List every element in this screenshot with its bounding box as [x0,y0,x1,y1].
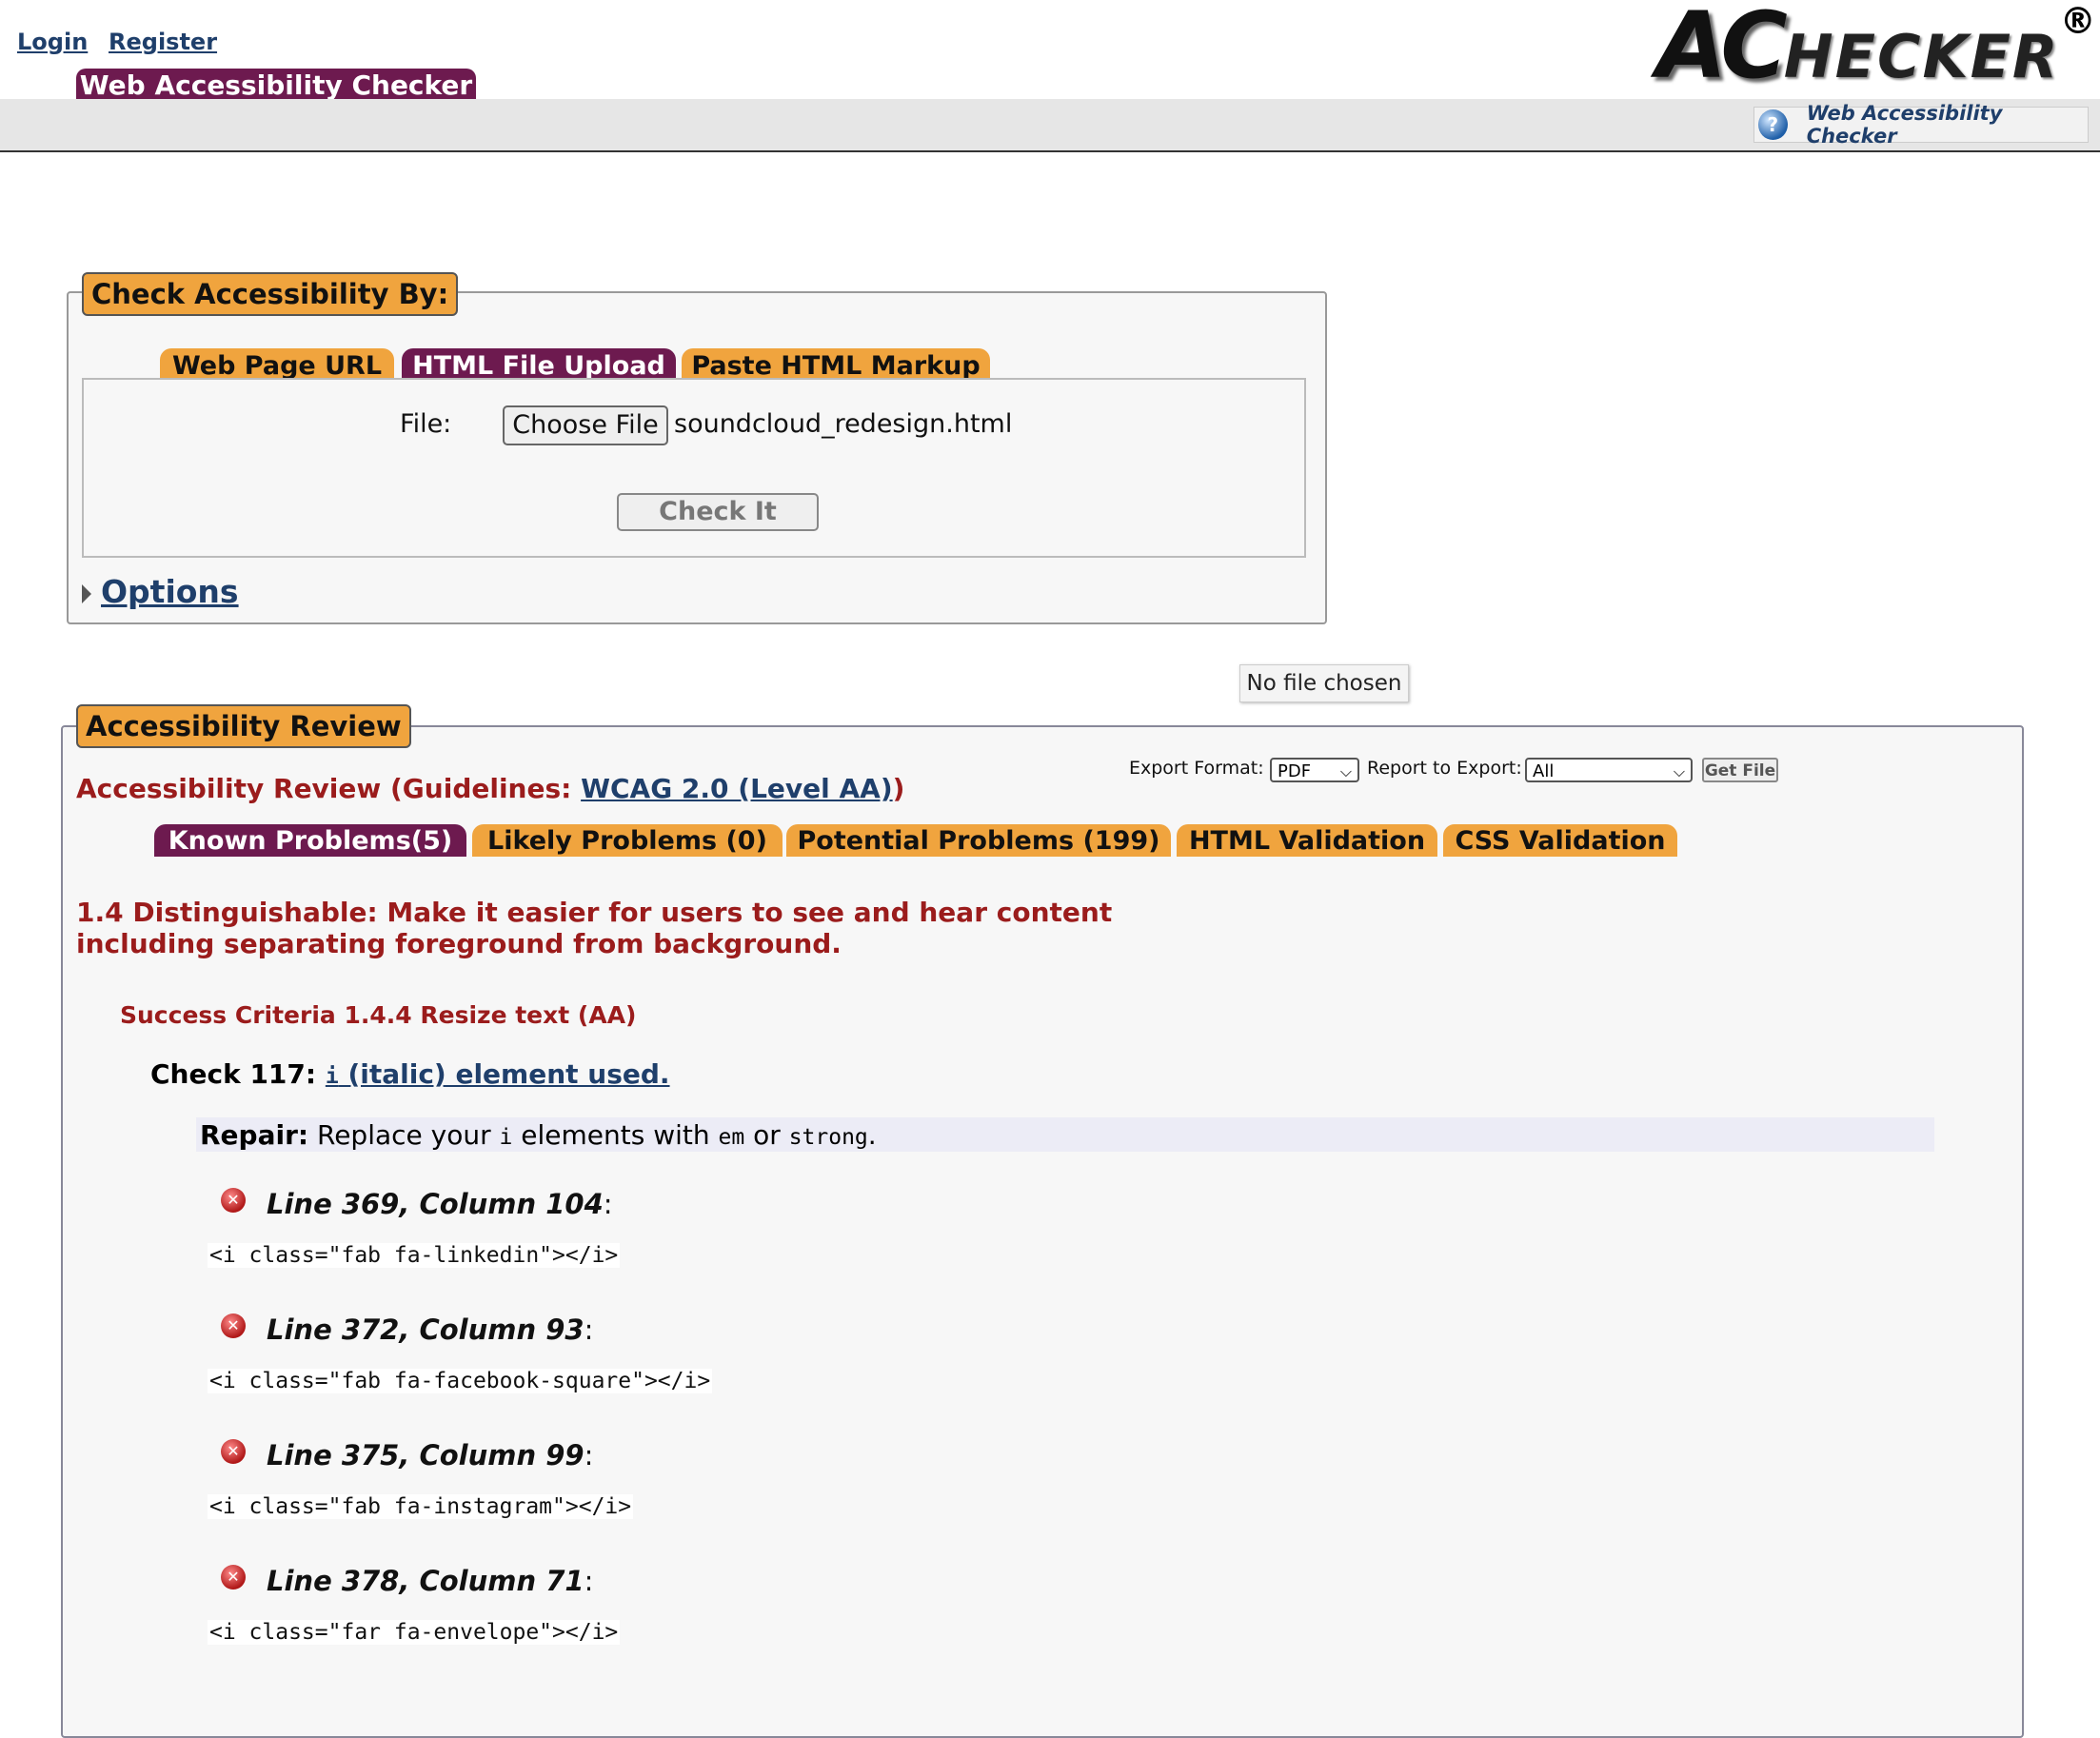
error-icon: ✕ [221,1313,246,1338]
guideline-link[interactable]: WCAG 2.0 (Level AA) [581,773,893,804]
register-link[interactable]: Register [109,29,217,55]
accessibility-review-legend: Accessibility Review [76,704,411,748]
options-link[interactable]: Options [101,573,239,610]
site-tab[interactable]: Web Accessibility Checker [76,69,476,101]
export-format-label: Export Format: [1129,758,1264,779]
problem-code: <i class="fab fa-linkedin"></i> [208,1243,621,1268]
tab-likely-problems[interactable]: Likely Problems (0) [472,824,783,857]
tab-potential-problems[interactable]: Potential Problems (199) [786,824,1171,857]
report-to-export-select[interactable]: All ⌵ [1525,758,1693,782]
problem-location: Line 372, Column 93: [267,1313,594,1346]
help-link[interactable]: ? Web Accessibility Checker [1753,102,2089,148]
repair-text: Repair: Replace your i elements with em … [200,1119,877,1151]
problem-location: Line 378, Column 71: [267,1565,594,1597]
choose-file-button[interactable]: Choose File [503,405,668,445]
login-link[interactable]: Login [17,29,88,55]
help-icon: ? [1758,109,1788,140]
chosen-file-name: soundcloud_redesign.html [674,409,1013,439]
report-to-export-label: Report to Export: [1367,758,1522,779]
chevron-down-icon: ⌵ [1339,762,1352,780]
chevron-down-icon: ⌵ [1673,762,1685,780]
check-it-button[interactable]: Check It [617,493,819,531]
problem-code: <i class="fab fa-instagram"></i> [208,1494,634,1519]
tab-css-validation[interactable]: CSS Validation [1443,824,1677,857]
tab-html-validation[interactable]: HTML Validation [1177,824,1437,857]
options-expand-icon[interactable] [82,584,91,603]
get-file-button[interactable]: Get File [1702,758,1778,782]
error-icon: ✕ [221,1188,246,1213]
error-icon: ✕ [221,1565,246,1590]
error-icon: ✕ [221,1439,246,1464]
check-117-link[interactable]: i (italic) element used. [326,1058,670,1090]
check-heading: Check 117: i (italic) element used. [150,1058,670,1090]
help-link-label: Web Accessibility Checker [1806,102,2003,148]
no-file-tooltip: No file chosen [1239,664,1409,702]
export-format-select[interactable]: PDF ⌵ [1270,758,1359,782]
success-criteria-heading: Success Criteria 1.4.4 Resize text (AA) [120,1001,637,1029]
problem-code: <i class="fab fa-facebook-square"></i> [208,1369,713,1393]
check-accessibility-legend: Check Accessibility By: [82,272,459,316]
guideline-heading: 1.4 Distinguishable: Make it easier for … [76,897,1113,959]
review-title: Accessibility Review (Guidelines: WCAG 2… [76,773,905,804]
problem-location: Line 375, Column 99: [267,1439,594,1471]
problem-code: <i class="far fa-envelope"></i> [208,1620,621,1645]
tab-known-problems[interactable]: Known Problems(5) [154,824,466,857]
achecker-logo: ACHECKER® [1656,0,2096,99]
file-label: File: [400,409,452,439]
problem-location: Line 369, Column 104: [267,1188,613,1220]
